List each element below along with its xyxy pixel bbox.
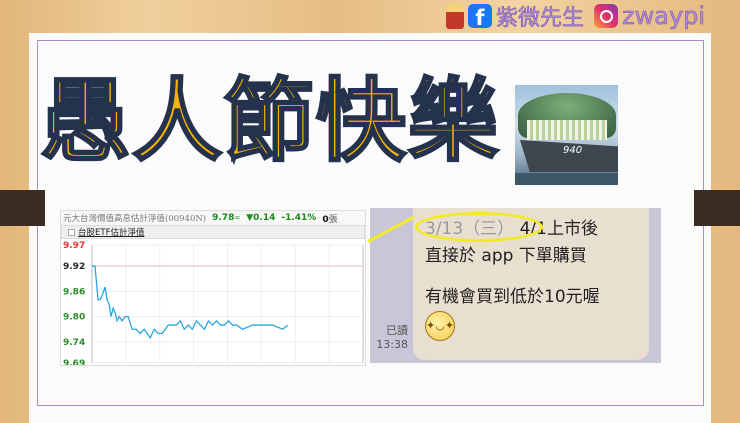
- message-time: 13:38: [376, 338, 408, 351]
- ship-illustration: 940: [515, 85, 618, 185]
- series-label: 台股ETF估計淨值: [78, 228, 145, 238]
- ship-number: 940: [563, 145, 583, 156]
- price-change: ▼0.14: [246, 213, 276, 223]
- y-tick-label: 9.92: [63, 262, 85, 272]
- price: 9.78: [212, 213, 235, 223]
- brand-bar: f 紫微先生 zwaypi: [446, 2, 706, 32]
- y-tick-label: 9.69: [63, 359, 85, 365]
- percent-change: -1.41%: [281, 213, 317, 223]
- y-tick-label: 9.80: [63, 313, 85, 323]
- brand-name: 紫微先生: [496, 6, 585, 32]
- read-label: 已讀: [386, 324, 408, 337]
- message-line-2: 直接於 app 下單購買: [425, 246, 587, 266]
- sparkle-face-emoji-icon: ✦◡✦: [425, 311, 455, 341]
- instagram-handle: zwaypi: [622, 2, 706, 31]
- highlight-circle: [415, 212, 543, 242]
- left-tab-decoration: [0, 190, 45, 226]
- y-tick-label: 9.86: [63, 287, 85, 297]
- right-tab-decoration: [694, 190, 740, 226]
- etf-nav-widget: 元大台灣價值高息估計淨值(00940N) 9.78= ▼0.14 -1.41% …: [60, 210, 366, 366]
- instagram-icon[interactable]: [594, 4, 619, 28]
- series-toggle[interactable]: 台股ETF估計淨值: [61, 225, 365, 239]
- nav-line-chart: 9.97 9.92 9.86 9.80 9.74 9.69: [63, 241, 364, 365]
- volume-unit: 張: [328, 214, 338, 225]
- message-line-3: 有機會買到低於10元喔: [425, 287, 600, 307]
- page-title: 愚人節快樂: [39, 69, 500, 174]
- y-tick-label: 9.97: [63, 241, 85, 251]
- facebook-icon[interactable]: f: [468, 4, 492, 30]
- series-checkbox[interactable]: [68, 228, 75, 236]
- widget-header: 元大台灣價值高息估計淨值(00940N) 9.78= ▼0.14 -1.41% …: [61, 211, 365, 225]
- read-receipt: 已讀 13:38: [374, 324, 408, 352]
- fund-name: 元大台灣價值高息估計淨值(00940N): [63, 214, 207, 224]
- mascot-icon: [446, 3, 464, 29]
- y-tick-label: 9.74: [63, 338, 85, 348]
- flat-sign: =: [234, 214, 241, 222]
